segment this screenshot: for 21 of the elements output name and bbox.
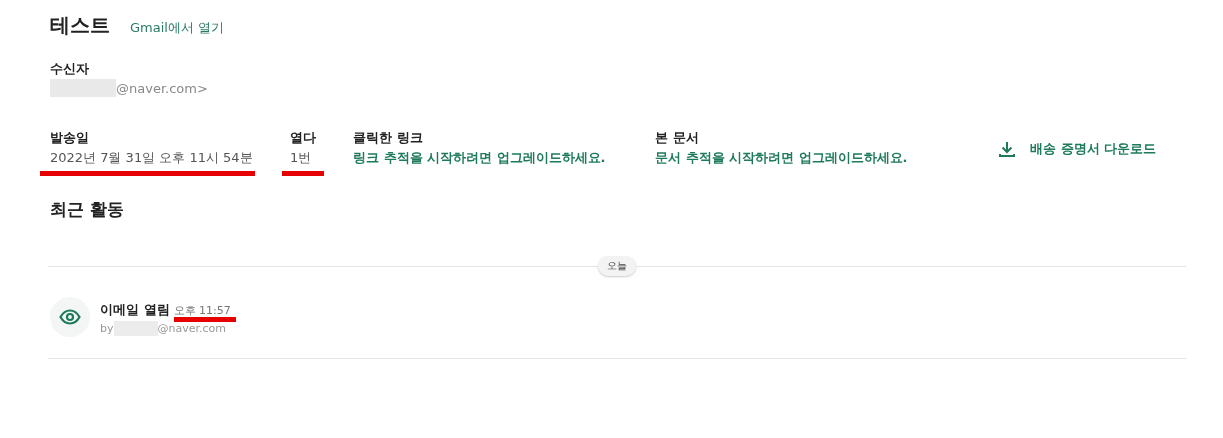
stat-label: 열다 (290, 129, 317, 147)
date-pill: 오늘 (598, 256, 636, 276)
stat-label: 본 문서 (655, 129, 700, 147)
stat-label: 발송일 (50, 129, 90, 147)
eye-icon (59, 309, 81, 325)
activity-title: 이메일 열림 (100, 300, 170, 319)
recipient-email: @naver.com> (116, 80, 208, 96)
download-button[interactable]: 배송 증명서 다운로드 (998, 136, 1157, 162)
stat-value: 1번 (290, 149, 313, 167)
upgrade-link[interactable]: 링크 추적을 시작하려면 업그레이드하세요. (353, 148, 655, 168)
stat-value: 2022년 7월 31일 오후 11시 54분 (50, 149, 254, 167)
email-title: 테스트 (50, 12, 110, 39)
open-in-gmail-link[interactable]: Gmail에서 열기 (130, 19, 225, 37)
section-title: 최근 활동 (50, 198, 125, 221)
upgrade-link[interactable]: 문서 추적을 시작하려면 업그레이드하세요. (655, 148, 998, 168)
download-icon (998, 140, 1016, 158)
stat-label: 클릭한 링크 (353, 129, 424, 147)
activity-time: 오후 11:57 (173, 303, 231, 317)
activity-email: @naver.com (157, 321, 226, 335)
recipient-label: 수신자 (50, 60, 90, 78)
activity-by: by (100, 321, 114, 335)
